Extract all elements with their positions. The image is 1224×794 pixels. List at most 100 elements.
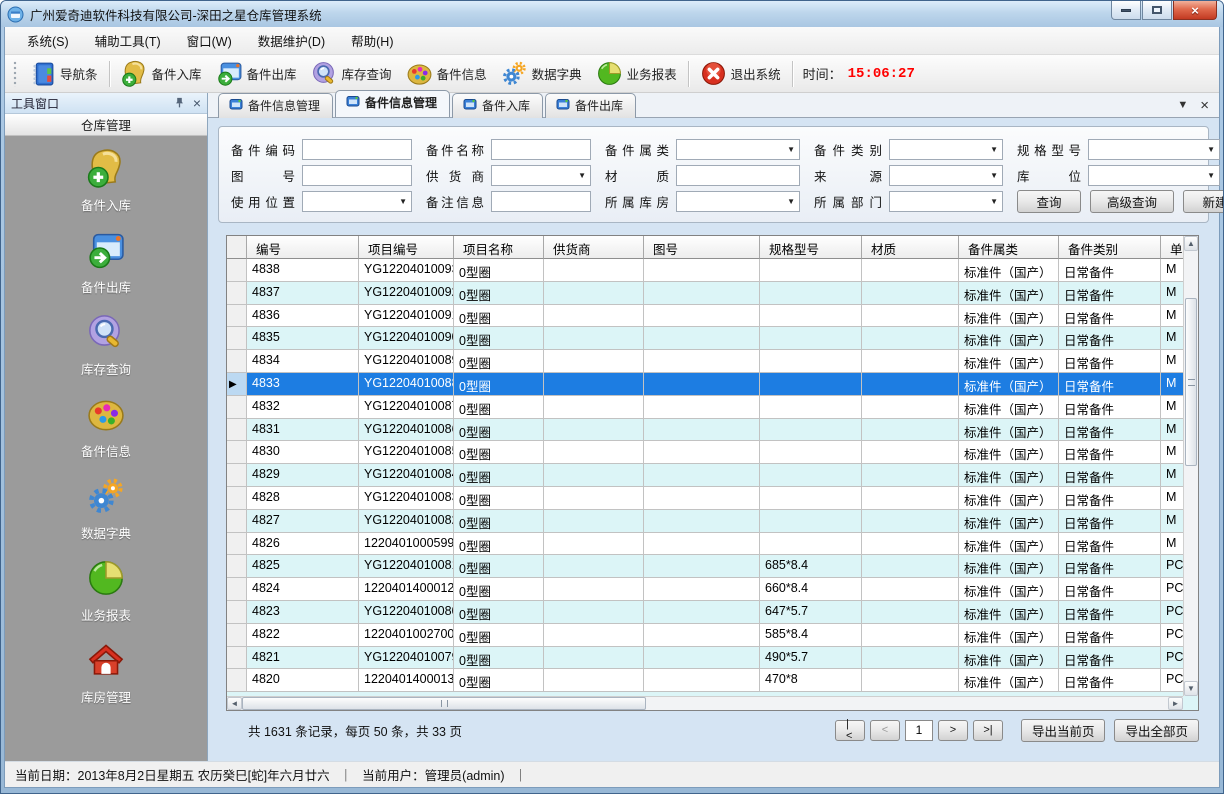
column-header[interactable]: 供货商 [544,236,644,259]
field-input[interactable] [302,139,412,160]
tab-list-chevron-down-icon[interactable]: ▼ [1177,100,1188,111]
table-row[interactable]: 482412204014000120型圈660*8.4标准件（国产）日常备件PC [227,578,1198,601]
field-input[interactable] [491,191,591,212]
table-cell: YG12204010093 [359,259,454,282]
menu-item-3[interactable]: 数据维护(D) [246,27,337,54]
scroll-right-icon[interactable]: ► [1168,697,1183,710]
menu-item-4[interactable]: 帮助(H) [339,27,405,54]
table-row[interactable]: 4823YG122040100800型圈647*5.7标准件（国产）日常备件PC [227,601,1198,624]
table-row[interactable]: 482012204014000130型圈470*8标准件（国产）日常备件PC [227,669,1198,692]
sidebar-item-data-dict[interactable]: 数据字典 [81,476,131,542]
last-page-button[interactable]: >| [973,720,1003,741]
menu-item-2[interactable]: 窗口(W) [175,27,244,54]
field-select[interactable]: ▼ [1088,165,1220,186]
prev-page-button[interactable]: < [870,720,900,741]
table-row[interactable]: 4838YG122040100930型圈标准件（国产）日常备件M [227,259,1198,282]
field-select[interactable]: ▼ [491,165,591,186]
table-row[interactable]: 4837YG122040100920型圈标准件（国产）日常备件M [227,282,1198,305]
field-label: 图号 [231,166,295,185]
sidebar-item-spare-out[interactable]: 备件出库 [81,230,131,296]
toolbar-item-exit[interactable]: 退出系统 [693,57,788,90]
scroll-up-icon[interactable]: ▲ [1184,236,1198,251]
tab-2[interactable]: 备件入库 [452,93,543,118]
table-row[interactable]: 4829YG122040100840型圈标准件（国产）日常备件M [227,464,1198,487]
tab-3[interactable]: 备件出库 [545,93,636,118]
table-cell [760,350,862,373]
toolbar-item-spare-in[interactable]: 备件入库 [114,57,209,90]
table-row[interactable]: 4835YG122040100900型圈标准件（国产）日常备件M [227,327,1198,350]
sidebar-item-spare-info[interactable]: 备件信息 [81,394,131,460]
table-row[interactable]: 4821YG122040100790型圈490*5.7标准件（国产）日常备件PC [227,647,1198,670]
toolbar-grip[interactable] [13,61,18,87]
pin-icon[interactable] [174,97,185,110]
sidebar-item-inventory-query[interactable]: 库存查询 [81,312,131,378]
toolbar-item-inventory-query[interactable]: 库存查询 [304,57,399,90]
form-button-0[interactable]: 查询 [1017,190,1081,213]
column-header[interactable]: 项目名称 [454,236,544,259]
column-header[interactable]: 编号 [247,236,359,259]
horizontal-scrollbar[interactable]: ◄ ► [227,696,1183,710]
toolbar-item-spare-info[interactable]: 备件信息 [399,57,494,90]
table-row[interactable]: ▶4833YG122040100880型圈标准件（国产）日常备件M [227,373,1198,396]
table-cell: 标准件（国产） [959,419,1059,442]
table-row[interactable]: 482612204010005990型圈标准件（国产）日常备件M [227,533,1198,556]
table-row[interactable]: 4827YG122040100820型圈标准件（国产）日常备件M [227,510,1198,533]
tab-1[interactable]: 备件信息管理 [335,90,450,117]
table-cell: 0型圈 [454,282,544,305]
export-button-1[interactable]: 导出全部页 [1114,719,1199,742]
table-row[interactable]: 4825YG122040100810型圈685*8.4标准件（国产）日常备件PC [227,555,1198,578]
table-cell [544,487,644,510]
field-select[interactable]: ▼ [889,191,1003,212]
field-select[interactable]: ▼ [1088,139,1220,160]
field-input[interactable] [302,165,412,186]
sidebar-item-spare-in[interactable]: 备件入库 [81,148,131,214]
field-select[interactable]: ▼ [889,165,1003,186]
maximize-button[interactable] [1142,1,1172,20]
field-input[interactable] [491,139,591,160]
horizontal-scroll-thumb[interactable] [242,697,646,710]
toolbar-item-data-dict[interactable]: 数据字典 [494,57,589,90]
table-row[interactable]: 482212204010027000型圈585*8.4标准件（国产）日常备件PC [227,624,1198,647]
table-row[interactable]: 4828YG122040100830型圈标准件（国产）日常备件M [227,487,1198,510]
form-button-2[interactable]: 新建 [1183,190,1224,213]
first-page-button[interactable]: |< [835,720,865,741]
close-button[interactable]: × [1173,1,1217,20]
field-select[interactable]: ▼ [676,139,800,160]
vertical-scrollbar[interactable]: ▲ ▼ [1183,236,1198,696]
table-row[interactable]: 4832YG122040100870型圈标准件（国产）日常备件M [227,396,1198,419]
toolbar-item-business-report[interactable]: 业务报表 [589,57,684,90]
tab-close-icon[interactable]: × [1200,98,1209,113]
table-row[interactable]: 4834YG122040100890型圈标准件（国产）日常备件M [227,350,1198,373]
field-select[interactable]: ▼ [889,139,1003,160]
field-input[interactable] [676,165,800,186]
next-page-button[interactable]: > [938,720,968,741]
scroll-left-icon[interactable]: ◄ [227,697,242,710]
minimize-button[interactable] [1111,1,1141,20]
column-header[interactable]: 材质 [862,236,959,259]
table-row[interactable]: 4831YG122040100860型圈标准件（国产）日常备件M [227,419,1198,442]
tab-0[interactable]: 备件信息管理 [218,93,333,118]
toolbar-item-spare-out[interactable]: 备件出库 [209,57,304,90]
export-button-0[interactable]: 导出当前页 [1021,719,1106,742]
menu-item-1[interactable]: 辅助工具(T) [83,27,173,54]
column-header[interactable]: 项目编号 [359,236,454,259]
vertical-scroll-thumb[interactable] [1185,298,1197,466]
menu-item-0[interactable]: 系统(S) [15,27,81,54]
table-row[interactable]: 4830YG122040100850型圈标准件（国产）日常备件M [227,441,1198,464]
field-select[interactable]: ▼ [302,191,412,212]
title-bar[interactable]: 广州爱奇迪软件科技有限公司-深田之星仓库管理系统 × [1,1,1223,27]
toolbar-item-navbar[interactable]: 导航条 [22,57,105,90]
sidebar-item-business-report[interactable]: 业务报表 [81,558,131,624]
tool-window-close-icon[interactable]: × [193,96,201,110]
sidebar-item-warehouse[interactable]: 库房管理 [81,640,131,706]
column-header[interactable]: 图号 [644,236,760,259]
form-button-1[interactable]: 高级查询 [1090,190,1174,213]
table-row[interactable]: 4836YG122040100910型圈标准件（国产）日常备件M [227,305,1198,328]
scroll-down-icon[interactable]: ▼ [1184,681,1198,696]
sidebar-group-warehouse[interactable]: 仓库管理 [5,114,207,136]
column-header[interactable]: 备件类别 [1059,236,1161,259]
field-select[interactable]: ▼ [676,191,800,212]
column-header[interactable]: 备件属类 [959,236,1059,259]
page-number-input[interactable] [905,720,933,741]
column-header[interactable]: 规格型号 [760,236,862,259]
